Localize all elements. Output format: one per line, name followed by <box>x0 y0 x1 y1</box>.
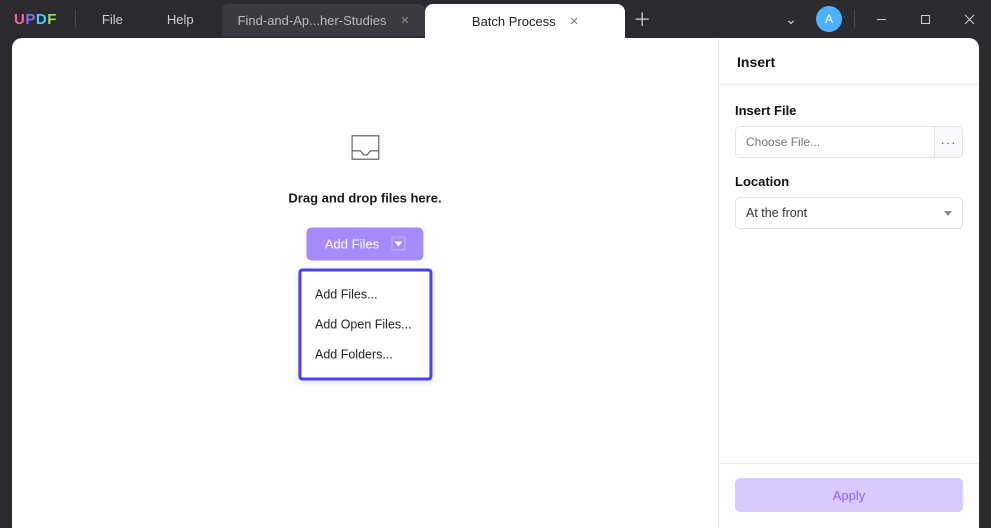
tab-batch-process[interactable]: Batch Process × <box>425 4 625 38</box>
logo-letter: F <box>47 11 57 28</box>
close-button[interactable] <box>947 0 991 38</box>
side-panel: Insert Insert File ··· Location At the f… <box>719 38 979 528</box>
menu-add-open-files[interactable]: Add Open Files... <box>301 309 429 339</box>
menu-add-folders[interactable]: Add Folders... <box>301 339 429 369</box>
location-select[interactable]: At the front <box>735 197 963 229</box>
new-tab-button[interactable]: ＋ <box>625 0 659 38</box>
logo-letter: U <box>14 11 25 28</box>
close-icon[interactable]: × <box>400 13 409 28</box>
panel-footer: Apply <box>719 463 979 528</box>
apply-button[interactable]: Apply <box>735 478 963 512</box>
avatar[interactable]: A <box>816 6 842 32</box>
add-files-button[interactable]: Add Files <box>307 227 423 260</box>
dropdown-caret-icon <box>391 237 405 251</box>
app-logo: U P D F <box>14 11 57 28</box>
location-value: At the front <box>746 206 807 220</box>
dropzone-text: Drag and drop files here. <box>288 190 441 205</box>
browse-button[interactable]: ··· <box>934 127 962 157</box>
tab-strip: Find-and-Ap...her-Studies × Batch Proces… <box>222 0 660 38</box>
inbox-icon <box>345 127 385 172</box>
logo-letter: P <box>25 11 36 28</box>
menu-help[interactable]: Help <box>145 0 216 38</box>
tab-document[interactable]: Find-and-Ap...her-Studies × <box>222 4 426 36</box>
add-files-label: Add Files <box>325 236 379 251</box>
tab-label: Batch Process <box>472 14 556 29</box>
tab-label: Find-and-Ap...her-Studies <box>238 13 387 28</box>
divider <box>854 10 855 28</box>
workspace: Drag and drop files here. Add Files Add … <box>12 38 979 528</box>
logo-letter: D <box>36 11 47 28</box>
add-files-dropdown: Add Files... Add Open Files... Add Folde… <box>298 268 432 380</box>
panel-body: Insert File ··· Location At the front <box>719 85 979 463</box>
maximize-button[interactable] <box>903 0 947 38</box>
titlebar-right: ⌄ A <box>774 0 991 38</box>
menu-file[interactable]: File <box>80 0 145 38</box>
panel-title: Insert <box>719 38 979 85</box>
chevron-down-icon[interactable]: ⌄ <box>774 11 808 28</box>
close-icon[interactable]: × <box>570 14 579 29</box>
location-label: Location <box>735 174 963 189</box>
menu-add-files[interactable]: Add Files... <box>301 279 429 309</box>
divider <box>75 10 76 28</box>
minimize-button[interactable] <box>859 0 903 38</box>
title-bar: U P D F File Help Find-and-Ap...her-Stud… <box>0 0 991 38</box>
insert-file-label: Insert File <box>735 103 963 118</box>
file-chooser: ··· <box>735 126 963 158</box>
main-area: Drag and drop files here. Add Files Add … <box>12 38 719 528</box>
file-input[interactable] <box>736 127 934 157</box>
dropzone[interactable]: Drag and drop files here. Add Files Add … <box>288 127 441 380</box>
